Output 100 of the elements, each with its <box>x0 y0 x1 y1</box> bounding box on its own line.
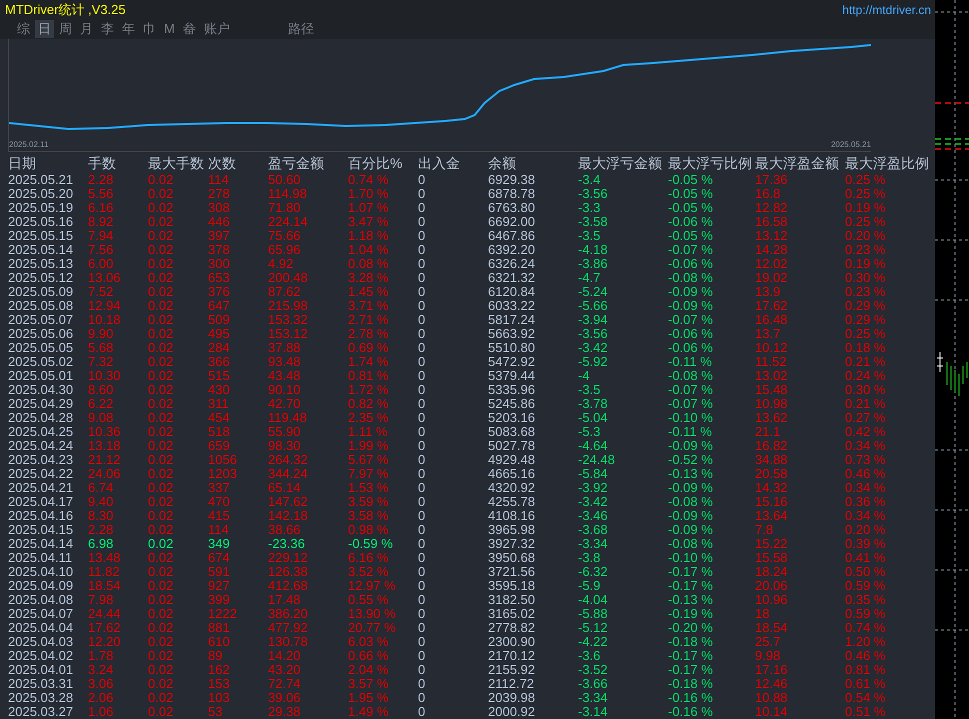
tab[interactable]: 路径 <box>284 20 317 38</box>
table-cell-text: 6.03 % <box>348 635 390 649</box>
table-cell-text: 0 <box>418 663 426 677</box>
table-cell-text: 0 <box>418 285 426 299</box>
tab[interactable]: 李 <box>98 20 117 38</box>
table-cell-text: 2025.04.24 <box>8 439 74 453</box>
table-cell-text: 0.02 <box>148 663 174 677</box>
table-cell-text: -3.34 <box>578 537 609 551</box>
table-cell-text: 0.34 % <box>845 439 886 453</box>
table-cell-text: 2025.04.21 <box>8 481 74 495</box>
table-cell-text: 0 <box>418 635 426 649</box>
table-cell-text: 5.67 % <box>348 453 390 467</box>
table-cell-text: 0 <box>418 495 426 509</box>
table-cell-text: 0 <box>418 467 426 481</box>
table-cell-text: 3182.50 <box>488 593 536 607</box>
table-cell-text: 2025.05.02 <box>8 355 74 369</box>
table-cell-text: -0.52 % <box>668 453 714 467</box>
table-cell-text: 2025.04.03 <box>8 635 74 649</box>
table-cell-text: 3.58 % <box>348 509 390 523</box>
tab[interactable]: 月 <box>77 20 96 38</box>
table-cell-text: 0 <box>418 229 426 243</box>
table-cell-text: 2025.04.23 <box>8 453 74 467</box>
tab[interactable]: 年 <box>119 20 138 38</box>
table-cell-text: 3595.18 <box>488 579 536 593</box>
table-cell-text: 5472.92 <box>488 355 536 369</box>
table-cell-text: 5.68 <box>88 341 114 355</box>
table-cell-text: 16.48 <box>755 313 789 327</box>
table-cell-text: 0.02 <box>148 691 174 705</box>
table-cell-text: 3165.02 <box>488 607 536 621</box>
table-cell-text: 0.02 <box>148 355 174 369</box>
table-cell-text: 13.64 <box>755 509 789 523</box>
table-cell-text: 6.16 <box>88 201 114 215</box>
table-cell-text: 515 <box>208 369 231 383</box>
tab[interactable]: 周 <box>56 20 75 38</box>
table-cell-text: 37.88 <box>268 341 302 355</box>
table-cell-text: 13.06 <box>88 271 122 285</box>
table-cell-text: 2.04 % <box>348 663 390 677</box>
table-cell-text: -0.06 % <box>668 257 714 271</box>
table-cell-text: 3721.56 <box>488 565 536 579</box>
column-header: 出入金 <box>418 154 461 172</box>
table-cell-text: 284 <box>208 341 231 355</box>
table-cell-text: 39.06 <box>268 691 302 705</box>
table-cell-text: 11.82 <box>88 565 121 579</box>
table-cell-text: 4320.92 <box>488 481 536 495</box>
table-cell-text: -0.05 % <box>668 187 714 201</box>
tab[interactable]: 畚 <box>180 20 199 38</box>
table-cell-text: -4 <box>578 369 591 383</box>
table-cell-text: 1.49 % <box>348 705 390 719</box>
table-cell-text: 1222 <box>208 607 238 621</box>
tab[interactable]: 巾 <box>140 20 159 38</box>
website-link[interactable]: http://mtdriver.cn <box>842 2 931 17</box>
table-cell-text: 0.98 % <box>348 523 390 537</box>
table-cell-text: 29.38 <box>268 705 302 719</box>
tab[interactable]: 综 <box>14 20 33 38</box>
table-cell-text: 3.57 % <box>348 677 390 691</box>
table-cell-text: 24.44 <box>88 607 122 621</box>
table-cell-text: -0.17 % <box>668 649 714 663</box>
table-cell-text: 3.59 % <box>348 495 390 509</box>
table-cell-text: -23.36 <box>268 537 306 551</box>
table-cell-text: 0.21 % <box>845 355 886 369</box>
tab[interactable]: 日 <box>35 20 54 38</box>
table-cell-text: -0.09 % <box>668 285 714 299</box>
table-cell-text: 2025.04.09 <box>8 579 74 593</box>
table-cell-text: 0.20 % <box>845 523 886 537</box>
table-cell-text: -0.05 % <box>668 229 714 243</box>
table-cell-text: 224.14 <box>268 215 309 229</box>
table-cell-text: 0 <box>418 355 426 369</box>
table-cell-text: 6467.86 <box>488 229 536 243</box>
table-cell-text: 17.62 <box>88 621 122 635</box>
table-cell-text: 1.45 % <box>348 285 390 299</box>
table-cell-text: 18.54 <box>755 621 789 635</box>
table-cell-text: 0.02 <box>148 439 174 453</box>
table-cell-text: -4.7 <box>578 271 602 285</box>
table-cell-text: 2025.04.30 <box>8 383 74 397</box>
tab[interactable]: 账户 <box>200 20 233 38</box>
table-cell-text: -3.86 <box>578 257 609 271</box>
table-cell-text: 3.47 % <box>348 215 390 229</box>
table-cell-text: -0.08 % <box>668 369 714 383</box>
table-cell-text: 0.81 % <box>348 369 390 383</box>
table-cell-text: 0.02 <box>148 299 174 313</box>
table-cell-text: 0.02 <box>148 649 174 663</box>
table-cell-text: 10.18 <box>88 313 122 327</box>
table-cell-text: 2025.05.14 <box>8 243 74 257</box>
table-cell-text: 0.02 <box>148 201 174 215</box>
table-cell-text: 454 <box>208 411 231 425</box>
table-cell-text: 1.18 % <box>348 229 390 243</box>
table-cell-text: 7.32 <box>88 355 114 369</box>
table-cell-text: 87.62 <box>268 285 302 299</box>
table-cell-text: 0 <box>418 565 426 579</box>
table-cell-text: 0 <box>418 607 426 621</box>
table-cell-text: -0.07 % <box>668 397 714 411</box>
table-cell-text: 376 <box>208 285 231 299</box>
table-cell-text: -3.42 <box>578 341 609 355</box>
table-cell-text: 0.66 % <box>348 649 390 663</box>
table-cell-text: 446 <box>208 215 231 229</box>
table-cell-text: 3.52 % <box>348 565 390 579</box>
table-cell-text: 0.54 % <box>845 691 886 705</box>
table-cell-text: -3.56 <box>578 327 609 341</box>
table-cell-text: 12.82 <box>755 201 789 215</box>
tab[interactable]: M <box>161 20 178 38</box>
